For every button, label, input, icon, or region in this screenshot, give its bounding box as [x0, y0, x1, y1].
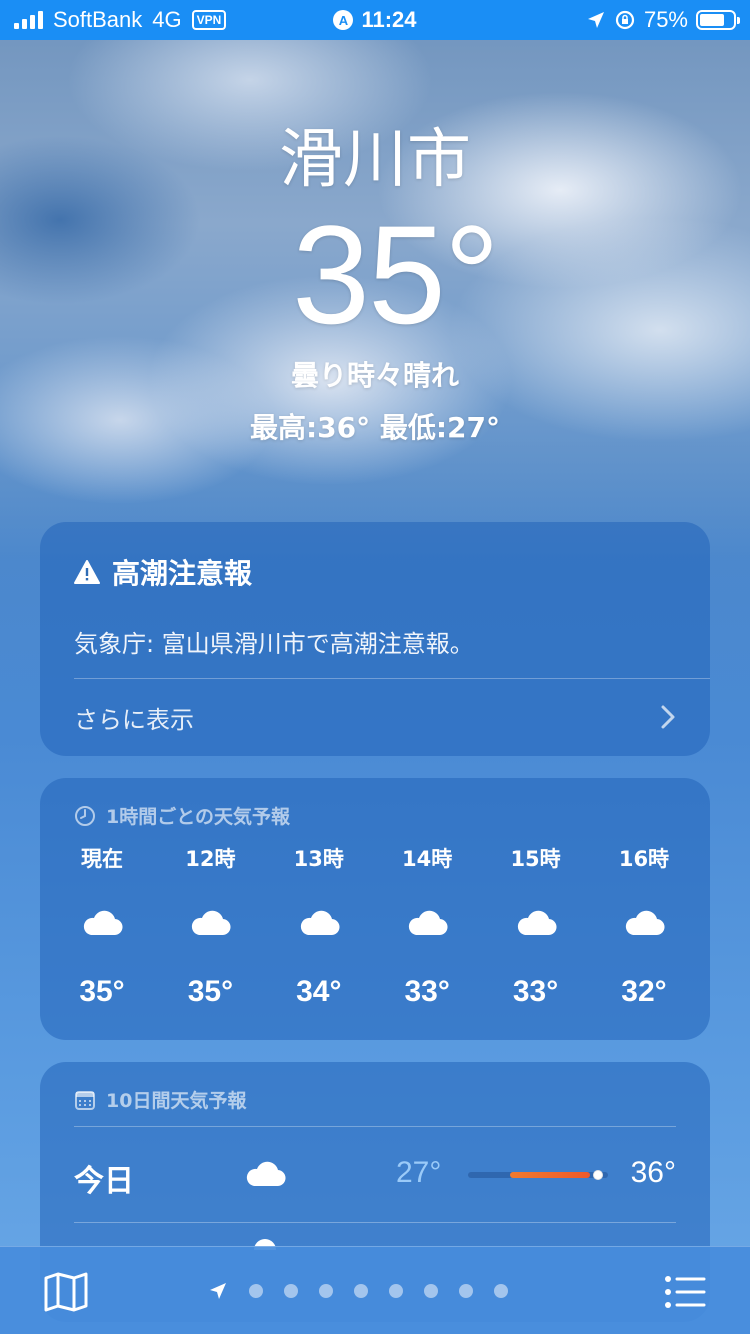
cloud-icon [83, 910, 123, 936]
weather-header: 滑川市 35° 曇り時々晴れ 最高:36° 最低:27° [0, 120, 750, 448]
hour-label: 15時 [510, 847, 561, 871]
page-dot[interactable] [354, 1284, 368, 1298]
status-bar: SoftBank 4G VPN A 11:24 75% [0, 0, 750, 40]
day-name: 今日 [74, 1164, 134, 1199]
hour-item: 16時 32° [600, 844, 688, 1012]
temp-range-fill [510, 1172, 590, 1178]
hourly-title: 1時間ごとの天気予報 [106, 806, 291, 828]
battery-icon [696, 10, 740, 30]
carrier-name: SoftBank [53, 7, 143, 32]
current-temperature: 35° [292, 196, 500, 353]
page-dot[interactable] [494, 1284, 508, 1298]
clock-time: 11:24 [361, 7, 417, 32]
temp-range-bar [468, 1170, 608, 1180]
alert-title: 高潮注意報 [112, 557, 253, 590]
calendar-icon [75, 1090, 95, 1110]
hour-temp: 32° [621, 975, 667, 1008]
app-store-icon: A [333, 10, 354, 30]
day-high-temp: 36° [630, 1156, 676, 1189]
page-dot[interactable] [389, 1284, 403, 1298]
page-dot[interactable] [459, 1284, 473, 1298]
battery-percent: 75% [643, 7, 688, 32]
hour-label: 14時 [402, 847, 453, 871]
divider [74, 1222, 676, 1223]
cloud-icon [300, 910, 340, 936]
current-condition: 曇り時々晴れ [290, 359, 459, 392]
show-more-link[interactable]: さらに表示 [74, 678, 676, 756]
location-arrow-icon[interactable] [208, 1281, 228, 1301]
hour-temp: 35° [79, 975, 125, 1008]
divider [74, 1126, 676, 1127]
chevron-right-icon [661, 705, 675, 729]
cloud-icon [517, 910, 557, 936]
hour-item: 15時 33° [492, 844, 580, 1012]
hour-item: 14時 33° [383, 844, 471, 1012]
hour-item: 現在 35° [58, 844, 146, 1012]
location-arrow-icon [587, 12, 604, 28]
hour-item: 12時 35° [166, 844, 254, 1012]
daily-row-today[interactable]: 今日 27° 36° [74, 1128, 676, 1222]
rotation-lock-icon [615, 10, 635, 30]
map-icon[interactable] [44, 1272, 88, 1312]
page-dot[interactable] [319, 1284, 333, 1298]
signal-icon [14, 11, 43, 29]
vpn-badge: VPN [191, 10, 227, 30]
bottom-toolbar [0, 1246, 750, 1334]
weather-alert-card[interactable]: 高潮注意報 気象庁: 富山県滑川市で高潮注意報。 さらに表示 [40, 522, 710, 756]
high-low-temps: 最高:36° 最低:27° [249, 411, 501, 444]
day-low-temp: 27° [396, 1156, 442, 1189]
hour-temp: 34° [296, 975, 342, 1008]
cloud-icon [625, 910, 665, 936]
hour-label: 現在 [81, 847, 123, 871]
hour-temp: 33° [512, 975, 559, 1008]
alert-body: 気象庁: 富山県滑川市で高潮注意報。 [74, 630, 474, 658]
hour-label: 13時 [293, 847, 344, 871]
clock-icon [75, 805, 95, 826]
hour-temp: 33° [404, 975, 450, 1008]
show-more-label: さらに表示 [74, 705, 194, 734]
daily-title: 10日間天気予報 [106, 1090, 247, 1112]
cloud-icon [246, 1161, 286, 1187]
city-name: 滑川市 [279, 123, 471, 197]
list-icon[interactable] [664, 1275, 706, 1309]
cloud-icon [409, 910, 448, 936]
page-dot[interactable] [249, 1284, 263, 1298]
warning-triangle-icon [74, 560, 100, 584]
page-dot[interactable] [284, 1284, 298, 1298]
hourly-forecast-card[interactable]: 1時間ごとの天気予報 現在 35° 12時 35° 13時 34° 14時 33… [40, 778, 710, 1040]
hourly-list: 現在 35° 12時 35° 13時 34° 14時 33° 15時 33° 1… [40, 844, 710, 1012]
hour-item: 13時 34° [275, 844, 363, 1012]
current-temp-dot [593, 1170, 604, 1180]
hour-label: 12時 [185, 847, 236, 871]
hour-label: 16時 [618, 847, 670, 871]
page-indicator[interactable] [208, 1281, 508, 1301]
cloud-icon [192, 910, 231, 936]
hour-temp: 35° [187, 975, 234, 1008]
page-dot[interactable] [424, 1284, 438, 1298]
network-type: 4G [152, 7, 182, 32]
